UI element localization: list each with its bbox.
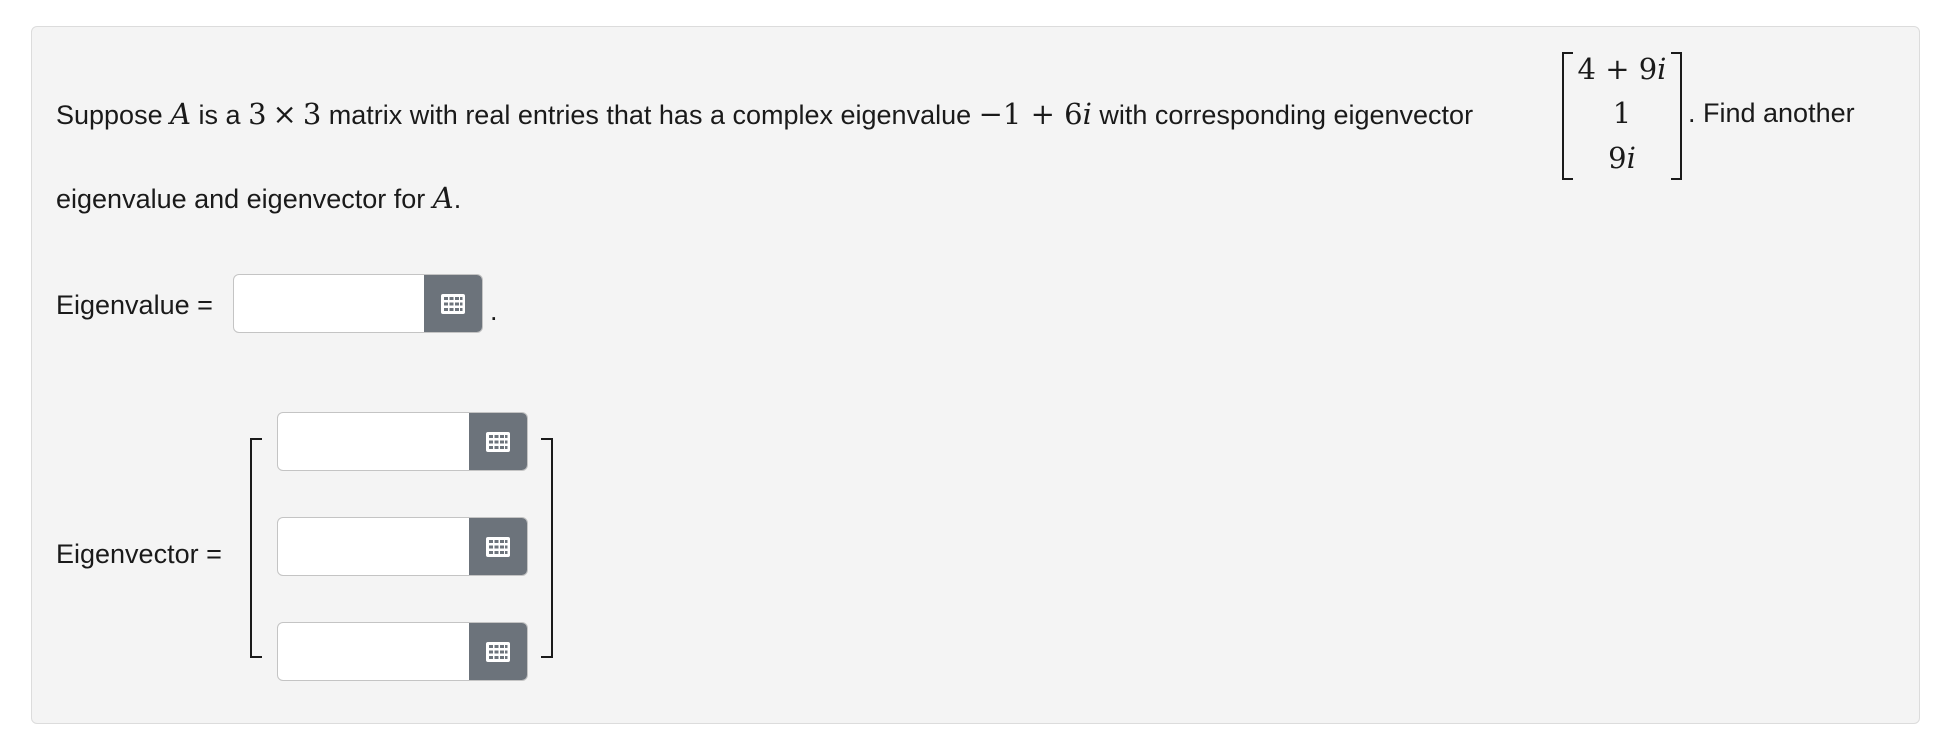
question-text: matrix with real entries that has a comp… <box>321 100 979 130</box>
grid-keyboard-icon <box>486 536 510 557</box>
eigenvector-bracket-right <box>541 438 553 658</box>
question-line-1: Suppose A is a 3 × 3 matrix with real entr… <box>56 100 1473 129</box>
eigenvector-input-3[interactable] <box>278 623 468 680</box>
math-times: × <box>272 97 297 131</box>
given-eigenvector: 4 + 9i 1 9i <box>1562 52 1682 180</box>
question-text-continued: . Find another <box>1688 98 1855 128</box>
eigenvector-field-2 <box>277 517 528 576</box>
eigenvector-label: Eigenvector = <box>56 539 222 569</box>
eigenvalue-keyboard-button[interactable] <box>424 275 482 332</box>
eigenvalue-period: . <box>490 296 498 326</box>
eigenvector-keyboard-button-3[interactable] <box>469 623 527 680</box>
grid-keyboard-icon <box>486 431 510 452</box>
math-var-a: A <box>432 181 454 215</box>
math-eigenvalue: −1 + 6i <box>978 97 1092 131</box>
eigenvector-input-2[interactable] <box>278 518 468 575</box>
eigenvalue-input[interactable] <box>234 275 424 332</box>
eigenvector-keyboard-button-2[interactable] <box>469 518 527 575</box>
eigenvector-input-1[interactable] <box>278 413 468 470</box>
eigenvector-field-3 <box>277 622 528 681</box>
math-var-a: A <box>170 97 192 131</box>
vector-entry: 9i <box>1608 141 1636 175</box>
grid-keyboard-icon <box>486 641 510 662</box>
question-text: Suppose <box>56 100 171 130</box>
question-text: eigenvalue and eigenvector for <box>56 184 433 214</box>
question-line-2: eigenvalue and eigenvector for A. <box>56 184 461 213</box>
grid-keyboard-icon <box>441 293 465 314</box>
period: . <box>453 184 462 214</box>
question-text: is a <box>191 100 249 130</box>
vector-entry: 1 <box>1612 96 1632 130</box>
eigenvalue-label: Eigenvalue = <box>56 290 213 320</box>
math-dimension: 3 <box>302 97 322 131</box>
vector-entry: 4 + 9i <box>1577 52 1667 86</box>
eigenvector-field-1 <box>277 412 528 471</box>
question-text: with corresponding eigenvector <box>1091 100 1474 130</box>
eigenvalue-field <box>233 274 483 333</box>
bracket-right <box>1671 52 1682 180</box>
eigenvector-keyboard-button-1[interactable] <box>469 413 527 470</box>
math-dimension: 3 <box>248 97 267 131</box>
eigenvector-bracket-left <box>250 438 262 658</box>
